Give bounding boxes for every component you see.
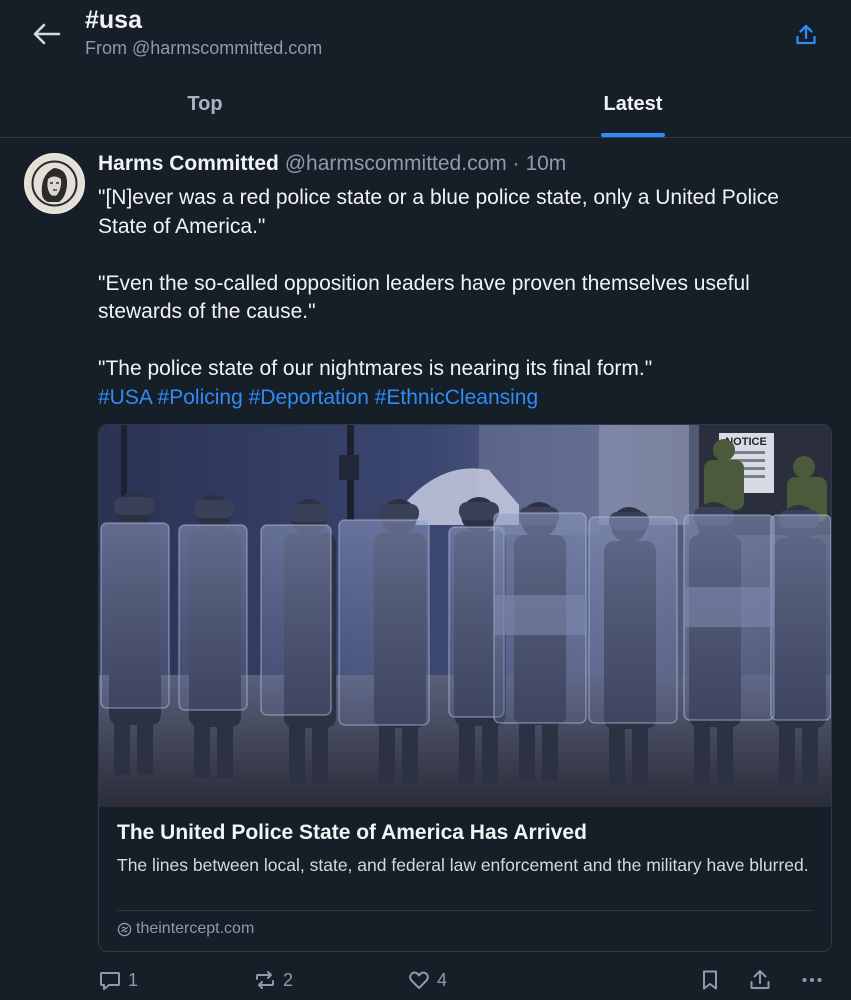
link-card-divider	[117, 910, 813, 911]
reply-button[interactable]: 1	[98, 965, 138, 995]
post-header: Harms Committed @harmscommitted.com · 10…	[98, 152, 566, 176]
reply-count: 1	[128, 969, 139, 990]
post-share-button[interactable]	[748, 965, 772, 995]
bookmark-button[interactable]	[698, 965, 722, 995]
post-text: "[N]ever was a red police state or a blu…	[98, 184, 828, 412]
hashtag-link[interactable]: #USA	[98, 386, 152, 409]
post-time[interactable]: 10m	[525, 152, 566, 175]
more-icon	[802, 978, 822, 982]
feed-tabs: Top Latest	[0, 80, 851, 138]
arrow-left-icon	[33, 23, 61, 45]
globe-icon	[117, 922, 132, 936]
like-count: 4	[437, 969, 448, 990]
repost-icon	[256, 971, 274, 989]
share-icon	[750, 970, 770, 989]
like-button[interactable]: 4	[407, 965, 447, 995]
post-paragraph: "The police state of our nightmares is n…	[98, 357, 653, 380]
link-card-image: NOTICE	[99, 425, 831, 807]
link-card-title: The United Police State of America Has A…	[117, 821, 587, 844]
repost-count: 2	[283, 969, 294, 990]
heart-icon	[409, 971, 429, 989]
tab-latest[interactable]: Latest	[573, 80, 693, 138]
app-root: #usa From @harmscommitted.com Top Latest	[0, 0, 851, 1000]
avatar[interactable]	[24, 153, 85, 214]
post-actions: 1 2 4	[0, 965, 851, 995]
post-paragraph: "[N]ever was a red police state or a blu…	[98, 186, 779, 238]
post[interactable]: Harms Committed @harmscommitted.com · 10…	[0, 139, 851, 1000]
hashtag-link[interactable]: #Policing	[158, 386, 243, 409]
page-subtitle: From @harmscommitted.com	[85, 38, 323, 58]
share-button[interactable]	[790, 20, 822, 50]
tab-top[interactable]: Top	[145, 80, 265, 138]
share-icon	[796, 24, 816, 45]
page-title: #usa	[85, 6, 142, 34]
header: #usa From @harmscommitted.com Top Latest	[0, 0, 851, 138]
link-card[interactable]: NOTICE The United Police State of Americ…	[98, 424, 832, 952]
author-handle[interactable]: @harmscommitted.com	[285, 152, 507, 175]
active-tab-indicator	[601, 133, 665, 137]
link-card-domain-text: theintercept.com	[136, 920, 255, 937]
hashtag-list: #USA #Policing #Deportation #EthnicClean…	[98, 384, 828, 413]
link-card-description: The lines between local, state, and fede…	[117, 855, 809, 875]
more-options-button[interactable]	[800, 965, 824, 995]
author-name[interactable]: Harms Committed	[98, 152, 279, 175]
hashtag-link[interactable]: #EthnicCleansing	[375, 386, 538, 409]
avatar-image	[26, 155, 83, 212]
post-paragraph: "Even the so-called opposition leaders h…	[98, 271, 750, 324]
separator-dot: ·	[512, 152, 520, 175]
link-card-domain: theintercept.com	[117, 920, 254, 938]
back-button[interactable]	[28, 20, 64, 48]
repost-button[interactable]: 2	[253, 965, 293, 995]
hashtag-link[interactable]: #Deportation	[249, 386, 369, 409]
reply-icon	[100, 972, 120, 990]
bookmark-icon	[703, 970, 717, 990]
